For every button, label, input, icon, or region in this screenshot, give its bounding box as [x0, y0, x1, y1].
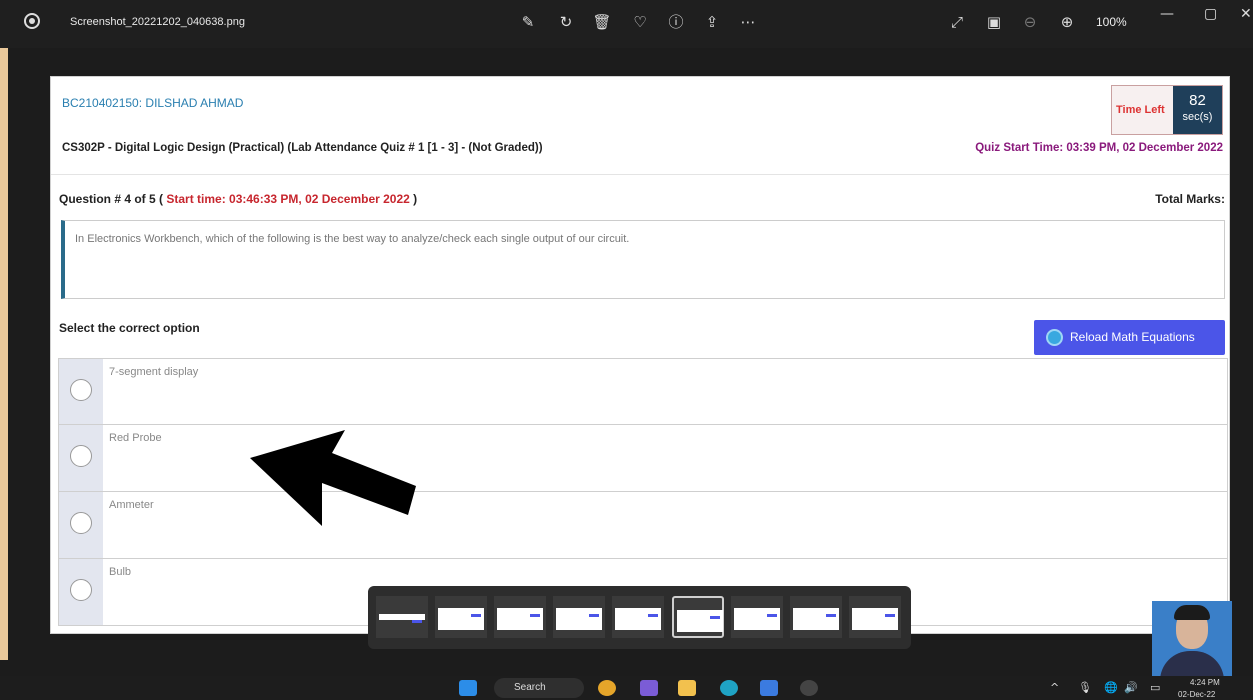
option-radio[interactable]	[70, 445, 92, 467]
info-icon[interactable]: ⓘ	[666, 12, 686, 32]
option-row[interactable]: Ammeter	[58, 492, 1228, 559]
start-icon[interactable]	[459, 680, 477, 696]
chrome-icon[interactable]	[598, 680, 616, 696]
thumbnail[interactable]	[494, 596, 546, 638]
option-text: Bulb	[109, 566, 132, 578]
clock-date[interactable]: 02-Dec-22	[1178, 690, 1215, 699]
taskbar-search[interactable]: Search	[494, 678, 584, 698]
question-start-time: Start time: 03:46:33 PM, 02 December 202…	[166, 192, 410, 206]
divider	[51, 174, 1229, 175]
background-strip	[0, 48, 8, 660]
reload-math-button[interactable]: Reload Math Equations	[1034, 320, 1225, 355]
option-row[interactable]: 7-segment display	[58, 358, 1228, 425]
thumbnail[interactable]	[376, 596, 428, 638]
option-radio[interactable]	[70, 379, 92, 401]
search-label: Search	[514, 682, 546, 693]
file-name: Screenshot_20221202_040638.png	[70, 16, 245, 28]
total-marks: Total Marks: 1	[1155, 192, 1230, 206]
zoom-level[interactable]: 100%	[1096, 15, 1127, 29]
option-text: 7-segment display	[109, 366, 199, 378]
webcam-overlay	[1152, 601, 1232, 681]
fit-icon[interactable]: ▣	[984, 12, 1004, 32]
course-title: CS302P - Digital Logic Design (Practical…	[62, 142, 543, 154]
thumbnail[interactable]	[435, 596, 487, 638]
close-icon[interactable]: ✕	[1240, 6, 1252, 22]
tray-chevron-icon[interactable]: ^	[1050, 681, 1059, 694]
time-left-box: Time Left 82 sec(s)	[1111, 85, 1223, 135]
fullscreen-icon[interactable]: ⤢	[947, 12, 967, 32]
option-radio[interactable]	[70, 512, 92, 534]
more-icon[interactable]: ⋯	[738, 12, 758, 32]
select-option-label: Select the correct option	[59, 321, 200, 335]
option-text: Red Probe	[109, 432, 162, 444]
time-left-value: 82	[1189, 92, 1206, 109]
reload-math-label: Reload Math Equations	[1070, 330, 1195, 344]
delete-icon[interactable]: 🗑	[592, 12, 612, 32]
photos-app-icon	[24, 13, 40, 29]
thumbnail[interactable]	[849, 596, 901, 638]
rotate-icon[interactable]: ↻	[556, 12, 576, 32]
time-left-label: Time Left	[1116, 104, 1165, 116]
thumbnail-selected[interactable]	[672, 596, 724, 638]
question-header: Question # 4 of 5 ( Start time: 03:46:33…	[59, 192, 417, 206]
thumbnail-strip	[368, 586, 911, 649]
file-explorer-icon[interactable]	[678, 680, 696, 696]
clock-time[interactable]: 4:24 PM	[1190, 678, 1220, 687]
thumbnail[interactable]	[553, 596, 605, 638]
zoom-in-icon[interactable]: ⊕	[1057, 12, 1077, 32]
favorite-icon[interactable]: ♡	[630, 12, 650, 32]
minimize-icon[interactable]: —	[1160, 6, 1174, 22]
viewer-toolbar: Screenshot_20221202_040638.png ✎ ↻ 🗑 ♡ ⓘ…	[0, 0, 1253, 48]
volume-icon[interactable]: 🔊	[1124, 681, 1138, 694]
edge-icon[interactable]	[720, 680, 738, 696]
annotation-arrow-icon	[250, 430, 416, 526]
question-header-close: )	[413, 192, 418, 206]
taskbar: Search ^ 🎙 🌐 🔊 ▭	[0, 676, 1253, 700]
photos-icon[interactable]	[760, 680, 778, 696]
student-id: BC210402150: DILSHAD AHMAD	[62, 96, 244, 110]
network-icon[interactable]: 🌐	[1104, 681, 1118, 694]
maximize-icon[interactable]: ▢	[1204, 6, 1217, 22]
thumbnail[interactable]	[790, 596, 842, 638]
app-icon[interactable]	[640, 680, 658, 696]
quiz-page: BC210402150: DILSHAD AHMAD CS302P - Digi…	[50, 76, 1230, 634]
thumbnail[interactable]	[612, 596, 664, 638]
quiz-start-time: Quiz Start Time: 03:39 PM, 02 December 2…	[975, 142, 1223, 154]
thumbnail[interactable]	[731, 596, 783, 638]
option-text: Ammeter	[109, 499, 154, 511]
question-text-box: In Electronics Workbench, which of the f…	[61, 220, 1225, 299]
time-left-counter: 82 sec(s)	[1173, 86, 1222, 134]
reload-icon	[1046, 329, 1063, 346]
option-radio[interactable]	[70, 579, 92, 601]
question-number: Question # 4 of 5 (	[59, 192, 164, 206]
edit-icon[interactable]: ✎	[518, 12, 538, 32]
time-left-unit: sec(s)	[1182, 111, 1213, 123]
microphone-icon[interactable]: 🎙	[1078, 681, 1092, 694]
share-icon[interactable]: ⇪	[702, 12, 722, 32]
zoom-out-icon[interactable]: ⊖	[1020, 12, 1040, 32]
option-row[interactable]: Red Probe	[58, 425, 1228, 492]
battery-icon[interactable]: ▭	[1150, 681, 1160, 694]
question-text: In Electronics Workbench, which of the f…	[75, 233, 630, 245]
obs-icon[interactable]	[800, 680, 818, 696]
